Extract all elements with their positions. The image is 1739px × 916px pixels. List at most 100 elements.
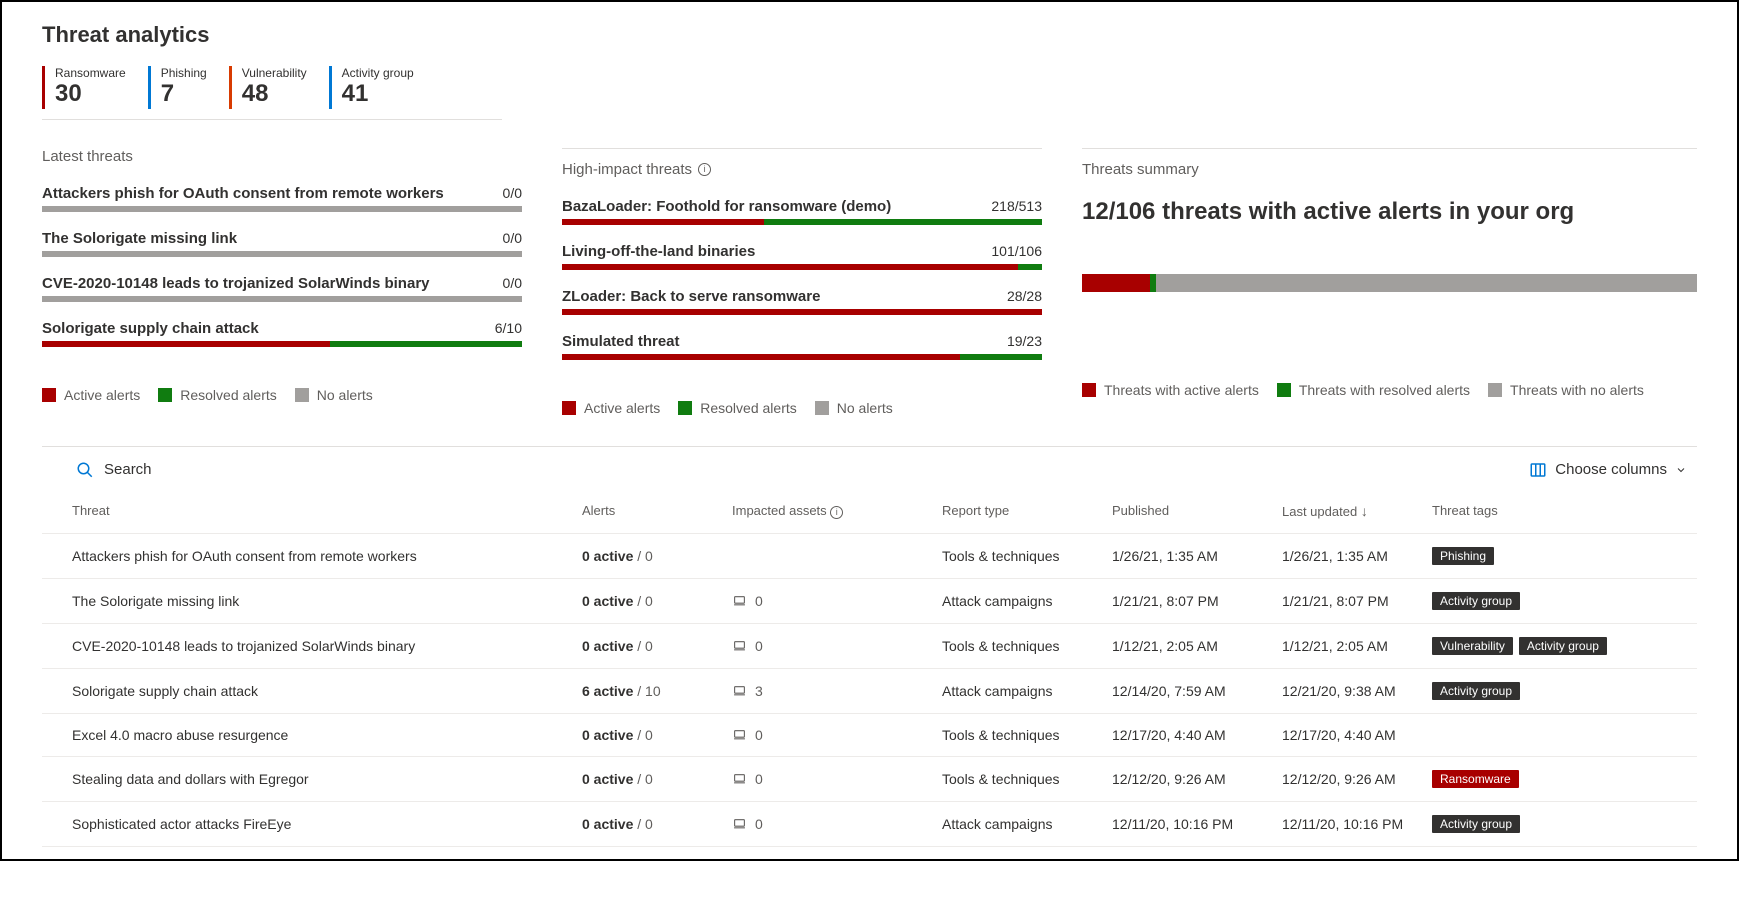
legend-none: No alerts xyxy=(837,400,893,416)
panel-title-latest: Latest threats xyxy=(42,148,522,165)
choose-columns-label: Choose columns xyxy=(1555,461,1667,478)
cell-updated: 1/12/21, 2:05 AM xyxy=(1272,623,1422,668)
kpi-activity-group[interactable]: Activity group41 xyxy=(329,66,436,109)
table-row[interactable]: Solorigate supply chain attack 6 active … xyxy=(42,668,1697,713)
device-icon xyxy=(732,684,747,697)
threat-ratio: 28/28 xyxy=(1007,288,1042,304)
search-icon xyxy=(76,461,94,479)
col-header-updated[interactable]: Last updated ↓ xyxy=(1272,493,1422,534)
cell-tags: VulnerabilityActivity group xyxy=(1422,623,1697,668)
cell-published: 1/26/21, 1:35 AM xyxy=(1102,533,1272,578)
cell-published: 12/12/20, 9:26 AM xyxy=(1102,756,1272,801)
threat-item[interactable]: Living-off-the-land binaries 101/106 xyxy=(562,243,1042,270)
col-header-type[interactable]: Report type xyxy=(932,493,1102,534)
cell-type: Attack campaigns xyxy=(932,668,1102,713)
swatch-resolved-icon xyxy=(1277,383,1291,397)
threat-bar xyxy=(562,264,1042,270)
threat-name: Solorigate supply chain attack xyxy=(42,320,259,337)
legend-summary-none: Threats with no alerts xyxy=(1510,382,1644,398)
kpi-label: Phishing xyxy=(161,66,207,80)
threat-bar xyxy=(562,309,1042,315)
legend-summary-resolved: Threats with resolved alerts xyxy=(1299,382,1470,398)
threat-name: Living-off-the-land binaries xyxy=(562,243,755,260)
device-icon xyxy=(732,817,747,830)
threat-item[interactable]: BazaLoader: Foothold for ransomware (dem… xyxy=(562,198,1042,225)
col-header-published[interactable]: Published xyxy=(1102,493,1272,534)
threat-ratio: 0/0 xyxy=(503,275,522,291)
search-input[interactable]: Search xyxy=(52,461,152,479)
cell-alerts: 0 active / 0 xyxy=(572,756,722,801)
threat-bar xyxy=(562,354,1042,360)
threat-tag: Phishing xyxy=(1432,547,1494,565)
cell-assets xyxy=(722,533,932,578)
legend-active: Active alerts xyxy=(64,387,140,403)
threat-item[interactable]: The Solorigate missing link 0/0 xyxy=(42,230,522,257)
threat-tag: Activity group xyxy=(1432,682,1520,700)
panel-title-high-impact: High-impact threats i xyxy=(562,148,1042,178)
choose-columns-button[interactable]: Choose columns xyxy=(1529,461,1687,479)
columns-icon xyxy=(1529,461,1547,479)
threat-bar xyxy=(42,296,522,302)
cell-updated: 1/26/21, 1:35 AM xyxy=(1272,533,1422,578)
table-row[interactable]: CVE-2020-10148 leads to trojanized Solar… xyxy=(42,623,1697,668)
threat-item[interactable]: Solorigate supply chain attack 6/10 xyxy=(42,320,522,347)
col-header-threat[interactable]: Threat xyxy=(42,493,572,534)
swatch-none-icon xyxy=(1488,383,1502,397)
cell-tags: Activity group xyxy=(1422,578,1697,623)
assets-value: 0 xyxy=(755,593,763,609)
cell-updated: 12/12/20, 9:26 AM xyxy=(1272,756,1422,801)
cell-assets: 0 xyxy=(722,801,932,846)
cell-tags: Phishing xyxy=(1422,533,1697,578)
panel-latest-threats: Latest threats Attackers phish for OAuth… xyxy=(42,140,522,416)
sort-descending-icon: ↓ xyxy=(1361,503,1368,519)
device-icon xyxy=(732,594,747,607)
table-row[interactable]: Attackers phish for OAuth consent from r… xyxy=(42,533,1697,578)
cell-assets: 0 xyxy=(722,623,932,668)
separator xyxy=(42,446,1697,447)
threat-item[interactable]: CVE-2020-10148 leads to trojanized Solar… xyxy=(42,275,522,302)
cell-threat: Excel 4.0 macro abuse resurgence xyxy=(42,713,572,756)
cell-threat: Solorigate supply chain attack xyxy=(42,668,572,713)
assets-value: 0 xyxy=(755,727,763,743)
threat-tag: Vulnerability xyxy=(1432,637,1513,655)
kpi-phishing[interactable]: Phishing7 xyxy=(148,66,229,109)
kpi-vulnerability[interactable]: Vulnerability48 xyxy=(229,66,329,109)
cell-alerts: 0 active / 0 xyxy=(572,801,722,846)
cell-tags xyxy=(1422,713,1697,756)
cell-assets: 0 xyxy=(722,578,932,623)
legend-none: No alerts xyxy=(317,387,373,403)
col-header-alerts[interactable]: Alerts xyxy=(572,493,722,534)
table-row[interactable]: Stealing data and dollars with Egregor 0… xyxy=(42,756,1697,801)
cell-tags: Activity group xyxy=(1422,801,1697,846)
threat-ratio: 218/513 xyxy=(991,198,1042,214)
cell-type: Tools & techniques xyxy=(932,623,1102,668)
threat-bar xyxy=(562,219,1042,225)
info-icon[interactable]: i xyxy=(698,163,711,176)
assets-header-text: Impacted assets xyxy=(732,503,827,518)
cell-updated: 12/11/20, 10:16 PM xyxy=(1272,801,1422,846)
legend-resolved: Resolved alerts xyxy=(700,400,797,416)
col-header-tags[interactable]: Threat tags xyxy=(1422,493,1697,534)
device-icon xyxy=(732,772,747,785)
legend-high-impact: Active alerts Resolved alerts No alerts xyxy=(562,400,1042,416)
kpi-value: 7 xyxy=(161,80,207,109)
cell-threat: Stealing data and dollars with Egregor xyxy=(42,756,572,801)
info-icon[interactable]: i xyxy=(830,506,843,519)
kpi-ransomware[interactable]: Ransomware30 xyxy=(42,66,148,109)
threat-item[interactable]: Simulated threat 19/23 xyxy=(562,333,1042,360)
threat-name: ZLoader: Back to serve ransomware xyxy=(562,288,820,305)
table-row[interactable]: Excel 4.0 macro abuse resurgence 0 activ… xyxy=(42,713,1697,756)
table-row[interactable]: Sophisticated actor attacks FireEye 0 ac… xyxy=(42,801,1697,846)
kpi-label: Activity group xyxy=(342,66,414,80)
cell-type: Attack campaigns xyxy=(932,801,1102,846)
col-header-assets[interactable]: Impacted assets i xyxy=(722,493,932,534)
cell-threat: CVE-2020-10148 leads to trojanized Solar… xyxy=(42,623,572,668)
threat-item[interactable]: ZLoader: Back to serve ransomware 28/28 xyxy=(562,288,1042,315)
threat-item[interactable]: Attackers phish for OAuth consent from r… xyxy=(42,185,522,212)
cell-type: Tools & techniques xyxy=(932,713,1102,756)
table-row[interactable]: The Solorigate missing link 0 active / 0… xyxy=(42,578,1697,623)
device-icon xyxy=(732,728,747,741)
threat-bar xyxy=(42,341,522,347)
threat-tag: Activity group xyxy=(1432,592,1520,610)
cell-threat: Sophisticated actor attacks FireEye xyxy=(42,801,572,846)
